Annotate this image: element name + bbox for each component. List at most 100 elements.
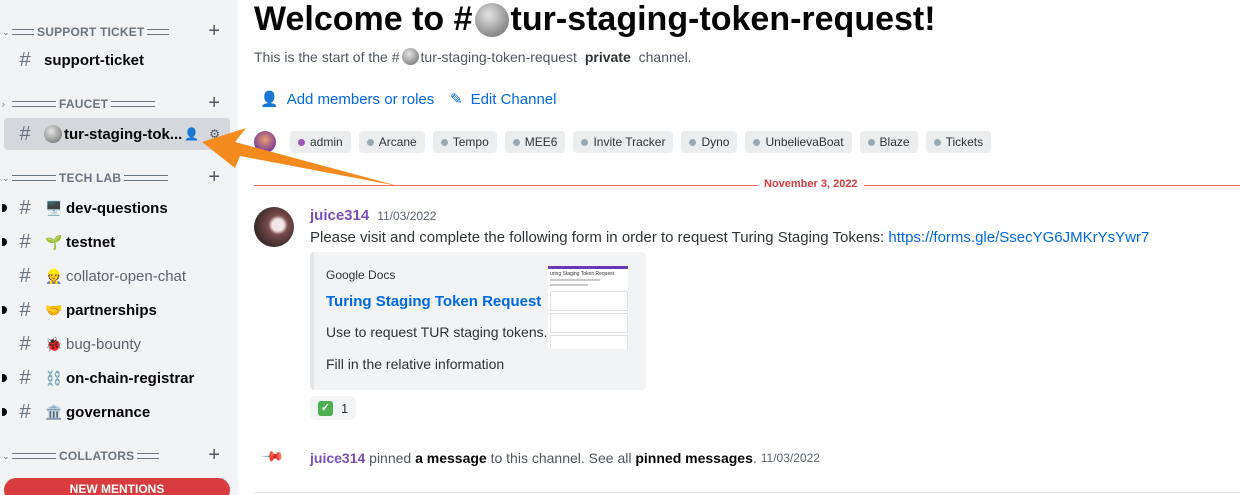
- new-mentions-button[interactable]: NEW MENTIONS: [4, 478, 230, 495]
- category-label: TECH LAB: [59, 171, 122, 185]
- classical-building-emoji-icon: 🏛️: [45, 403, 63, 420]
- text-channel-icon: #: [19, 298, 31, 321]
- message-text: Please visit and complete the following …: [310, 229, 885, 246]
- pencil-icon: ✎: [450, 91, 463, 108]
- pin-author[interactable]: juice314: [310, 450, 365, 466]
- channel-tur-staging-token-request[interactable]: # tur-staging-tok... 👤 ⚙: [4, 118, 230, 150]
- role-label: MEE6: [524, 135, 558, 149]
- avatar[interactable]: [254, 131, 276, 153]
- subtitle-private: private: [584, 48, 631, 65]
- pinned-messages-link[interactable]: pinned messages: [635, 450, 753, 466]
- coin-icon: [44, 125, 62, 143]
- role-tag[interactable]: MEE6: [504, 131, 566, 153]
- channel-collator-open-chat[interactable]: # 👷 collator-open-chat: [4, 260, 230, 292]
- channel-governance[interactable]: # 🏛️ governance: [2, 396, 230, 428]
- role-label: Blaze: [879, 135, 910, 149]
- role-label: Invite Tracker: [593, 135, 666, 149]
- role-label: Dyno: [701, 135, 730, 149]
- system-pin-message: 📌 juice314 pinned a message to this chan…: [262, 444, 820, 468]
- category-label: FAUCET: [59, 97, 109, 111]
- channel-partnerships[interactable]: # 🤝 partnerships: [2, 294, 230, 326]
- channel-bug-bounty[interactable]: # 🐞 bug-bounty: [4, 328, 230, 360]
- add-members-label: Add members or roles: [286, 90, 435, 108]
- embed-desc-line2: Fill in the relative information: [326, 356, 505, 372]
- seedling-emoji-icon: 🌱: [45, 233, 63, 250]
- role-color-dot: [867, 138, 875, 146]
- create-channel-icon[interactable]: +: [208, 20, 220, 43]
- role-tag[interactable]: Invite Tracker: [573, 131, 674, 153]
- text-channel-icon: #: [19, 122, 31, 145]
- channel-testnet[interactable]: # 🌱 testnet: [2, 226, 230, 258]
- reaction-count: 1: [341, 400, 349, 416]
- add-members-button[interactable]: 👤 Add members or roles: [260, 90, 435, 109]
- text-channel-icon: #: [19, 48, 31, 71]
- worker-emoji-icon: 👷: [45, 267, 63, 284]
- text-channel-icon: #: [19, 196, 31, 219]
- category-collators[interactable]: ⌄ COLLATORS +: [0, 444, 238, 467]
- channel-on-chain-registrar[interactable]: # ⛓️ on-chain-registrar: [2, 362, 230, 394]
- embed-thumbnail[interactable]: uring Staging Token Request: [548, 266, 628, 349]
- pin-text-1: pinned: [369, 449, 412, 466]
- embed-title-link[interactable]: Turing Staging Token Request: [326, 293, 541, 310]
- role-tag[interactable]: Arcane: [358, 131, 425, 153]
- role-tag[interactable]: Tickets: [925, 131, 992, 153]
- message-author[interactable]: juice314: [310, 207, 369, 224]
- pin-timestamp: 11/03/2022: [760, 450, 820, 465]
- embed-description: Use to request TUR staging tokens. Fill …: [326, 322, 548, 375]
- channel-support-ticket[interactable]: # support-ticket: [4, 44, 230, 76]
- category-faucet[interactable]: › FAUCET +: [0, 92, 238, 115]
- edit-channel-button[interactable]: ✎ Edit Channel: [450, 90, 557, 109]
- check-mark-icon: ✓: [318, 400, 333, 416]
- unread-indicator: [2, 306, 7, 314]
- category-label: COLLATORS: [59, 449, 135, 463]
- text-channel-icon: #: [19, 332, 31, 355]
- role-tag[interactable]: admin: [290, 131, 351, 153]
- role-color-dot: [581, 138, 589, 146]
- channel-welcome-subtitle: This is the start of the # tur-staging-t…: [254, 48, 692, 65]
- create-channel-icon[interactable]: +: [208, 444, 220, 467]
- role-label: Arcane: [378, 135, 417, 149]
- unread-indicator: [2, 204, 7, 212]
- pin-icon: 📌: [261, 444, 286, 469]
- role-tag[interactable]: Tempo: [432, 131, 497, 153]
- role-tag[interactable]: Blaze: [859, 131, 918, 153]
- chevron-right-icon: ›: [2, 99, 5, 109]
- message-timestamp: 11/03/2022: [377, 209, 437, 223]
- form-link[interactable]: https://forms.gle/SsecYG6JMKrYsYwr7: [888, 229, 1149, 246]
- embed-provider: Google Docs: [326, 268, 396, 282]
- role-tag[interactable]: Dyno: [681, 131, 738, 153]
- invite-icon[interactable]: 👤: [184, 127, 199, 141]
- role-tag[interactable]: UnbelievaBoat: [745, 131, 852, 153]
- create-channel-icon[interactable]: +: [208, 92, 220, 115]
- edit-channel-label: Edit Channel: [470, 90, 557, 108]
- pinned-message-link[interactable]: a message: [415, 450, 487, 466]
- coin-icon: [474, 2, 509, 37]
- unread-indicator: [2, 408, 7, 416]
- role-color-dot: [298, 138, 305, 146]
- chevron-down-icon: ⌄: [2, 172, 10, 183]
- role-color-dot: [933, 138, 941, 146]
- title-channel-name: tur-staging-token-request!: [510, 0, 936, 38]
- create-channel-icon[interactable]: +: [208, 166, 220, 189]
- role-color-dot: [440, 138, 448, 146]
- category-support-ticket[interactable]: ⌄ SUPPORT TICKET +: [0, 20, 238, 43]
- chains-emoji-icon: ⛓️: [45, 369, 63, 386]
- channel-sidebar: ⌄ SUPPORT TICKET + # support-ticket › FA…: [0, 0, 238, 495]
- reaction-checkmark[interactable]: ✓ 1: [310, 396, 357, 420]
- channel-dev-questions[interactable]: # 🖥️ dev-questions: [2, 192, 230, 224]
- channel-name: testnet: [66, 233, 116, 251]
- message-header: juice314 11/03/2022: [310, 207, 436, 224]
- avatar[interactable]: [254, 207, 294, 247]
- category-tech-lab[interactable]: ⌄ TECH LAB +: [0, 166, 238, 189]
- subtitle-start: This is the start of the #: [254, 48, 400, 65]
- channel-name: dev-questions: [66, 199, 168, 217]
- role-label: UnbelievaBoat: [765, 135, 844, 149]
- gear-icon[interactable]: ⚙: [209, 127, 220, 141]
- channel-name: tur-staging-tok...: [64, 125, 183, 143]
- coin-icon: [401, 48, 419, 65]
- chevron-down-icon: ⌄: [2, 450, 10, 461]
- text-channel-icon: #: [19, 400, 31, 423]
- role-label: Tickets: [945, 135, 984, 149]
- text-channel-icon: #: [19, 264, 31, 287]
- unread-indicator: [2, 238, 7, 246]
